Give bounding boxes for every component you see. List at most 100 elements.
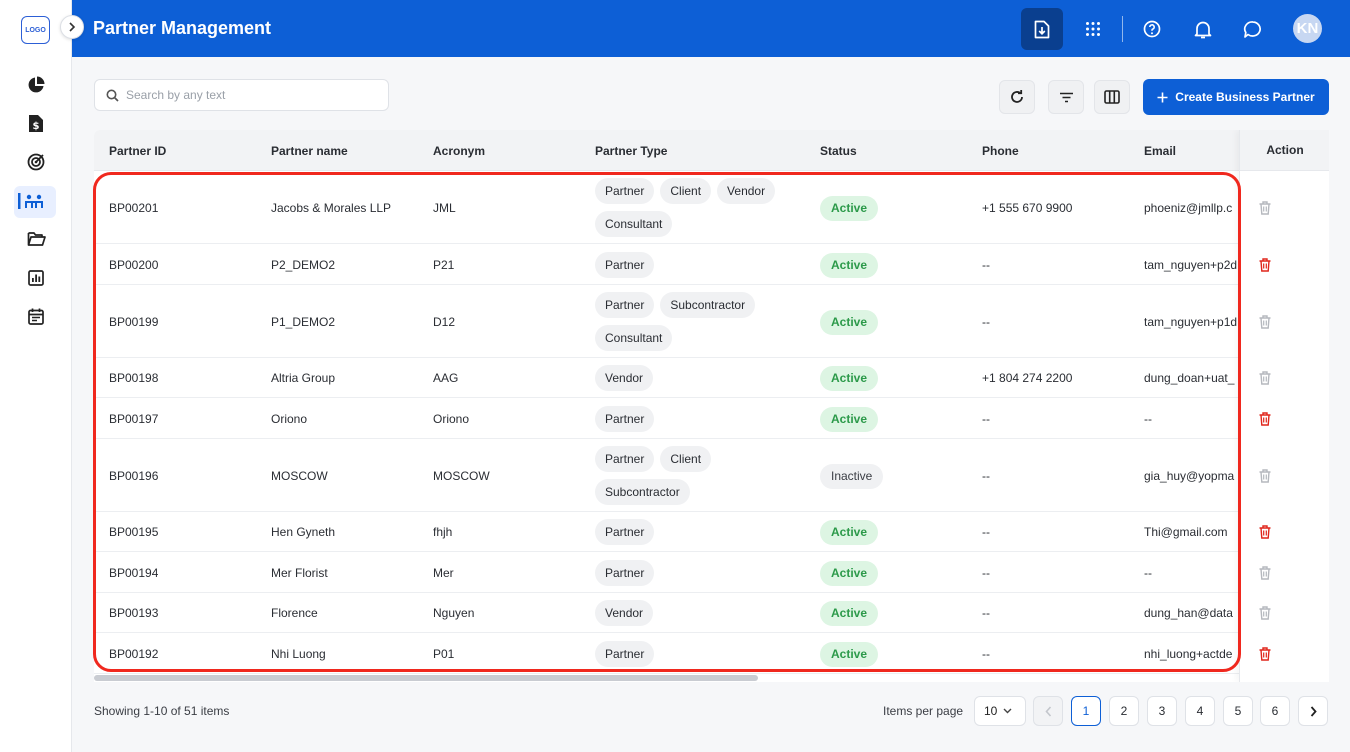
logo[interactable]: LOGO: [21, 16, 50, 44]
items-per-page-label: Items per page: [883, 704, 964, 718]
header-status[interactable]: Status: [820, 144, 857, 158]
sidebar-item-files[interactable]: [0, 220, 72, 259]
user-avatar[interactable]: KN: [1293, 14, 1322, 43]
acronym-cell: D12: [433, 315, 456, 329]
status-badge: Active: [820, 642, 879, 667]
trash-icon: [1259, 201, 1271, 215]
chevron-down-icon: [1003, 708, 1012, 714]
refresh-icon: [1011, 90, 1023, 103]
email-cell: tam_nguyen+p2d: [1144, 258, 1238, 272]
table-row[interactable]: BP00199 P1_DEMO2 D12 -- tam_nguyen+p1d Partne…: [94, 285, 1329, 358]
table-row[interactable]: BP00194 Mer Florist Mer -- -- Partner Active: [94, 552, 1329, 593]
notifications-button[interactable]: [1182, 8, 1224, 50]
header-acronym[interactable]: Acronym: [433, 144, 485, 158]
delete-button[interactable]: [1259, 315, 1271, 332]
sidebar-item-calendar[interactable]: [0, 297, 72, 336]
delete-button[interactable]: [1259, 566, 1271, 583]
table-row[interactable]: BP00201 Jacobs & Morales LLP JML +1 555 670…: [94, 171, 1329, 244]
delete-button[interactable]: [1259, 647, 1271, 664]
phone-cell: --: [982, 525, 990, 539]
status-badge: Active: [820, 366, 879, 391]
delete-button[interactable]: [1259, 258, 1271, 275]
trash-icon: [1259, 566, 1271, 580]
sidebar: LOGO $: [0, 0, 72, 752]
sidebar-item-goals[interactable]: [0, 143, 72, 182]
delete-button[interactable]: [1259, 606, 1271, 623]
partner-type-tag: Vendor: [595, 600, 654, 626]
header-partner-type[interactable]: Partner Type: [595, 144, 667, 158]
partner-name-cell: MOSCOW: [271, 469, 328, 483]
page-button[interactable]: 1: [1071, 696, 1101, 726]
page-button[interactable]: 2: [1109, 696, 1139, 726]
partner-type-tags: Vendor: [595, 600, 795, 626]
email-cell: dung_doan+uat_: [1144, 371, 1235, 385]
delete-button[interactable]: [1259, 201, 1271, 218]
header-partner-id[interactable]: Partner ID: [109, 144, 166, 158]
sidebar-item-invoices[interactable]: $: [0, 105, 72, 144]
sidebar-item-partners[interactable]: [0, 182, 72, 221]
partner-type-tag: Consultant: [595, 211, 673, 237]
email-cell: --: [1144, 566, 1152, 580]
columns-button[interactable]: [1094, 80, 1130, 114]
bell-icon: [1194, 21, 1212, 38]
partner-type-tag: Partner: [595, 446, 655, 472]
folder-icon: [27, 232, 46, 247]
partner-name-cell: Florence: [271, 606, 318, 620]
partner-type-tags: Vendor: [595, 365, 795, 391]
delete-button[interactable]: [1259, 412, 1271, 429]
partner-type-tag: Partner: [595, 406, 655, 432]
filter-button[interactable]: [1048, 80, 1084, 114]
acronym-cell: P21: [433, 258, 455, 272]
items-per-page-select[interactable]: 10: [974, 696, 1026, 726]
page-button[interactable]: 5: [1223, 696, 1253, 726]
chat-button[interactable]: [1232, 8, 1274, 50]
table-row[interactable]: BP00193 Florence Nguyen -- dung_han@data Vend…: [94, 593, 1329, 633]
sidebar-item-dashboard[interactable]: [0, 66, 72, 105]
partner-type-tags: Partner Subcontractor Consultant: [595, 292, 795, 351]
help-button[interactable]: [1131, 8, 1173, 50]
table-row[interactable]: BP00198 Altria Group AAG +1 804 274 2200 dun…: [94, 358, 1329, 398]
refresh-button[interactable]: [999, 80, 1035, 114]
partner-type-tags: Partner Client Vendor Consultant: [595, 178, 795, 237]
partner-name-cell: P2_DEMO2: [271, 258, 336, 272]
table-row[interactable]: BP00196 MOSCOW MOSCOW -- gia_huy@yopma Partne…: [94, 439, 1329, 512]
partner-id-cell: BP00197: [109, 412, 159, 426]
apps-button[interactable]: [1072, 8, 1114, 50]
phone-cell: --: [982, 315, 990, 329]
status-badge: Active: [820, 561, 879, 586]
search-input[interactable]: [126, 80, 376, 110]
email-cell: phoeniz@jmllp.c: [1144, 201, 1233, 215]
table-row[interactable]: BP00192 Nhi Luong P01 -- nhi_luong+actde Part…: [94, 633, 1329, 674]
acronym-cell: MOSCOW: [433, 469, 490, 483]
delete-button[interactable]: [1259, 371, 1271, 388]
header-email[interactable]: Email: [1144, 144, 1176, 158]
delete-button[interactable]: [1259, 525, 1271, 542]
phone-cell: --: [982, 647, 990, 661]
page-button[interactable]: 6: [1260, 696, 1290, 726]
next-page-button[interactable]: [1298, 696, 1328, 726]
create-business-partner-button[interactable]: Create Business Partner: [1143, 79, 1329, 115]
horizontal-scrollbar[interactable]: [94, 675, 758, 681]
showing-count: Showing 1-10 of 51 items: [94, 704, 230, 718]
table-row[interactable]: BP00200 P2_DEMO2 P21 -- tam_nguyen+p2d Partne…: [94, 244, 1329, 285]
status-badge: Active: [820, 310, 879, 335]
trash-icon: [1259, 258, 1271, 272]
sidebar-item-reports[interactable]: [0, 259, 72, 298]
search-box[interactable]: [94, 79, 389, 111]
page-button[interactable]: 3: [1147, 696, 1177, 726]
acronym-cell: Mer: [433, 566, 454, 580]
table-row[interactable]: BP00195 Hen Gyneth fhjh -- Thi@gmail.com Part…: [94, 512, 1329, 552]
acronym-cell: fhjh: [433, 525, 453, 539]
table-row[interactable]: BP00197 Oriono Oriono -- -- Partner Active: [94, 398, 1329, 439]
download-button[interactable]: [1021, 8, 1063, 50]
partner-type-tag: Partner: [595, 178, 655, 204]
header-phone[interactable]: Phone: [982, 144, 1019, 158]
partner-type-tag: Client: [660, 178, 712, 204]
header-partner-name[interactable]: Partner name: [271, 144, 348, 158]
page-button[interactable]: 4: [1185, 696, 1215, 726]
trash-icon: [1259, 525, 1271, 539]
delete-button[interactable]: [1259, 469, 1271, 486]
sidebar-collapse-button[interactable]: [60, 15, 84, 39]
status-badge: Active: [820, 253, 879, 278]
prev-page-button[interactable]: [1033, 696, 1063, 726]
